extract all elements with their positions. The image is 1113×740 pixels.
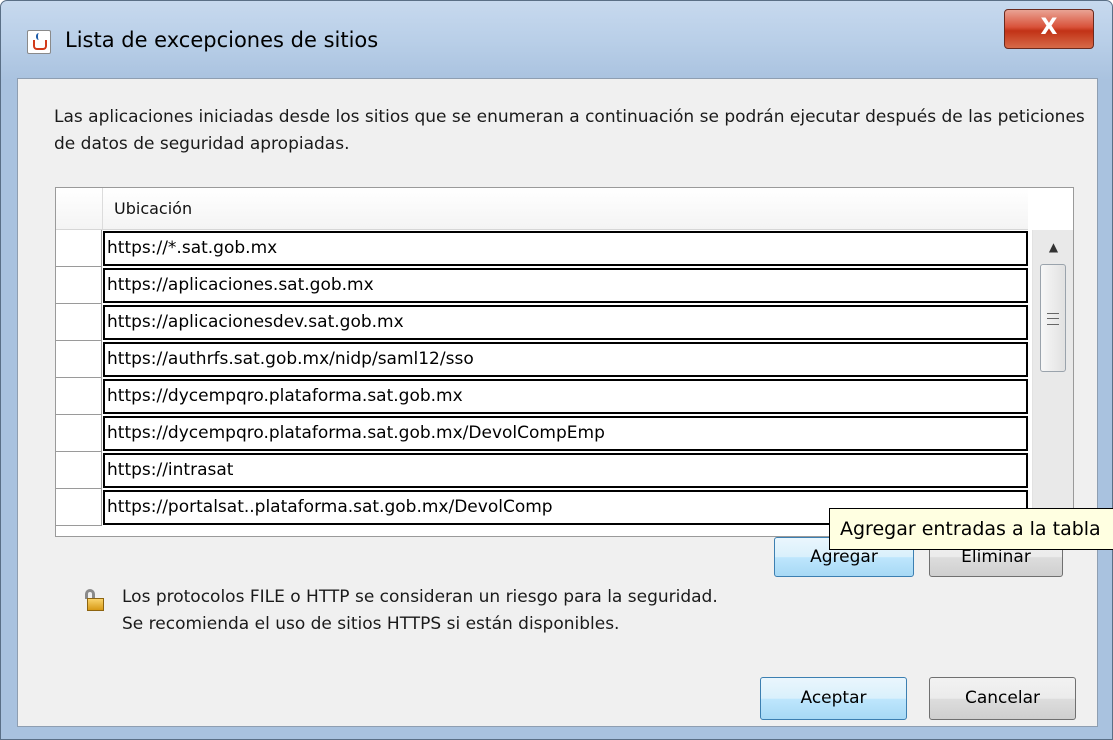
security-warning-line-1: Los protocolos FILE o HTTP se consideran… [122, 587, 718, 607]
grip-icon [1047, 313, 1059, 325]
security-warning: Los protocolos FILE o HTTP se consideran… [122, 584, 718, 638]
ok-button[interactable]: Aceptar [760, 677, 907, 720]
security-warning-line-2: Se recomienda el uso de sitios HTTPS si … [122, 614, 620, 634]
exception-sites-table: Ubicación https://*.sat.gob.mx https://a… [55, 187, 1074, 537]
add-button-tooltip: Agregar entradas a la tabla [829, 508, 1113, 550]
location-cell[interactable]: https://authrfs.sat.gob.mx/nidp/saml12/s… [103, 342, 1028, 377]
window-title: Lista de excepciones de sitios [65, 28, 379, 52]
vertical-scrollbar[interactable]: ▲ ▼ [1032, 230, 1073, 536]
title-bar[interactable]: Lista de excepciones de sitios X [1, 1, 1112, 81]
row-header-cell[interactable] [56, 341, 102, 378]
row-header-corner [56, 188, 103, 229]
location-cell[interactable]: https://dycempqro.plataforma.sat.gob.mx [103, 379, 1028, 414]
unlocked-padlock-icon [84, 589, 104, 611]
table-row[interactable]: https://intrasat [56, 452, 1028, 489]
row-header-cell[interactable] [56, 304, 102, 341]
java-icon [27, 30, 51, 54]
column-header-ubicacion[interactable]: Ubicación [114, 199, 192, 218]
row-header-cell[interactable] [56, 267, 102, 304]
site-exception-list-dialog: Lista de excepciones de sitios X Las apl… [0, 0, 1113, 740]
scrollbar-thumb[interactable] [1040, 264, 1066, 372]
location-cell[interactable]: https://*.sat.gob.mx [103, 231, 1028, 266]
table-rows: https://*.sat.gob.mx https://aplicacione… [56, 230, 1028, 526]
table-row[interactable]: https://*.sat.gob.mx [56, 230, 1028, 267]
location-cell[interactable]: https://dycempqro.plataforma.sat.gob.mx/… [103, 416, 1028, 451]
location-cell[interactable]: https://intrasat [103, 453, 1028, 488]
table-row[interactable]: https://dycempqro.plataforma.sat.gob.mx [56, 378, 1028, 415]
row-header-cell[interactable] [56, 230, 102, 267]
table-row[interactable]: https://aplicacionesdev.sat.gob.mx [56, 304, 1028, 341]
cancel-button[interactable]: Cancelar [929, 677, 1076, 720]
table-row[interactable]: https://aplicaciones.sat.gob.mx [56, 267, 1028, 304]
close-button[interactable]: X [1004, 9, 1094, 49]
row-header-cell[interactable] [56, 378, 102, 415]
table-header: Ubicación [56, 188, 1028, 230]
location-cell[interactable]: https://aplicaciones.sat.gob.mx [103, 268, 1028, 303]
scroll-up-arrow-icon[interactable]: ▲ [1033, 230, 1073, 264]
description-text: Las aplicaciones iniciadas desde los sit… [54, 107, 1085, 154]
row-header-cell[interactable] [56, 415, 102, 452]
table-row[interactable]: https://dycempqro.plataforma.sat.gob.mx/… [56, 415, 1028, 452]
dialog-content: Las aplicaciones iniciadas desde los sit… [17, 78, 1098, 727]
row-header-cell[interactable] [56, 452, 102, 489]
table-row[interactable]: https://authrfs.sat.gob.mx/nidp/saml12/s… [56, 341, 1028, 378]
location-cell[interactable]: https://aplicacionesdev.sat.gob.mx [103, 305, 1028, 340]
row-header-cell[interactable] [56, 489, 102, 526]
